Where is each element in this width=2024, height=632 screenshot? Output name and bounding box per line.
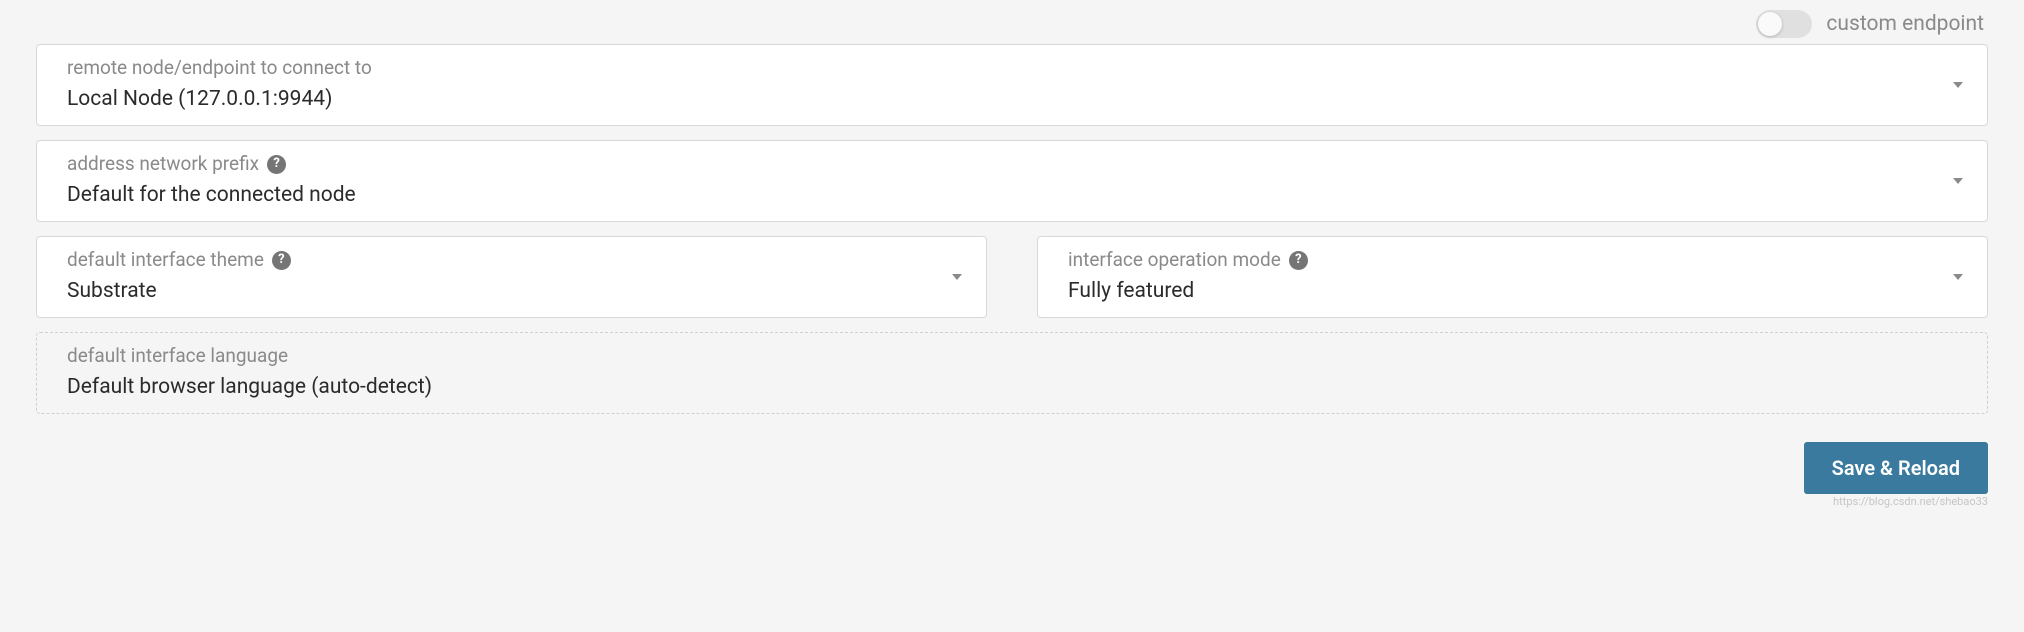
custom-endpoint-toggle[interactable] [1756, 10, 1812, 38]
chevron-down-icon [1953, 274, 1963, 280]
operation-mode-label: interface operation mode ? [1068, 247, 1957, 274]
endpoint-select[interactable]: remote node/endpoint to connect to Local… [36, 44, 1988, 126]
address-prefix-value: Default for the connected node [67, 180, 1957, 212]
help-icon[interactable]: ? [272, 251, 291, 270]
operation-mode-value: Fully featured [1068, 276, 1957, 308]
theme-value: Substrate [67, 276, 956, 308]
chevron-down-icon [1953, 82, 1963, 88]
operation-mode-select[interactable]: interface operation mode ? Fully feature… [1037, 236, 1988, 318]
watermark: https://blog.csdn.net/shebao33 [1833, 495, 1988, 508]
language-select: default interface language Default brows… [36, 332, 1988, 414]
toggle-knob [1758, 12, 1782, 36]
help-icon[interactable]: ? [1289, 251, 1308, 270]
address-prefix-select[interactable]: address network prefix ? Default for the… [36, 140, 1988, 222]
save-reload-button[interactable]: Save & Reload [1804, 442, 1988, 494]
chevron-down-icon [1953, 178, 1963, 184]
help-icon[interactable]: ? [267, 155, 286, 174]
endpoint-label: remote node/endpoint to connect to [67, 55, 1957, 82]
chevron-down-icon [952, 274, 962, 280]
address-prefix-label: address network prefix ? [67, 151, 1957, 178]
language-value: Default browser language (auto-detect) [67, 372, 1957, 404]
theme-label: default interface theme ? [67, 247, 956, 274]
language-label: default interface language [67, 343, 1957, 370]
custom-endpoint-toggle-label: custom endpoint [1826, 12, 1984, 36]
endpoint-value: Local Node (127.0.0.1:9944) [67, 84, 1957, 116]
theme-select[interactable]: default interface theme ? Substrate [36, 236, 987, 318]
